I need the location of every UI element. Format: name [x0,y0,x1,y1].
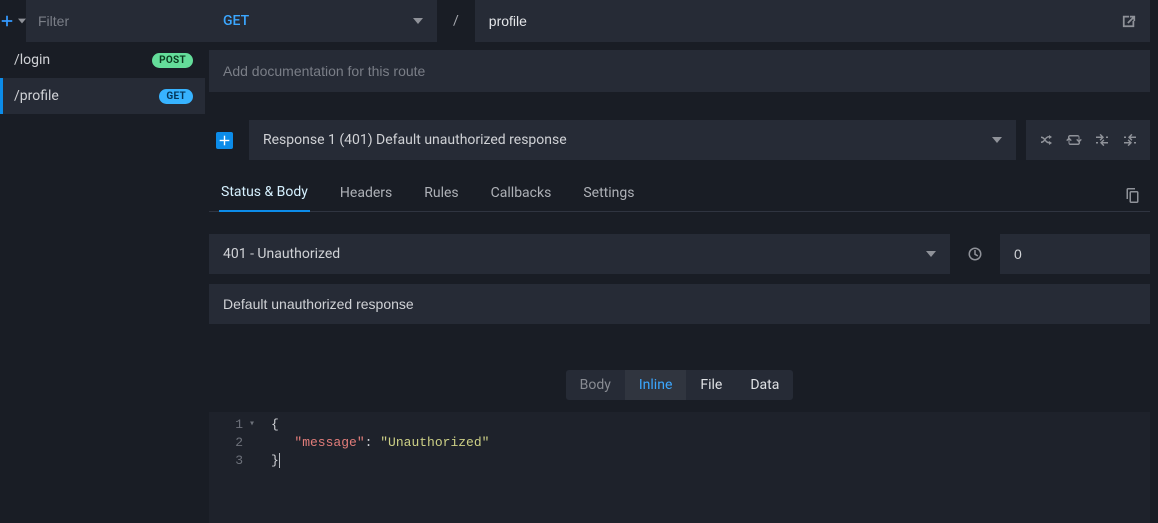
tab-headers[interactable]: Headers [338,175,394,211]
chevron-down-icon [926,251,936,257]
method-label: GET [223,13,249,29]
tab-rules[interactable]: Rules [422,175,460,211]
open-external-icon[interactable] [1122,14,1136,28]
sidebar-top [0,0,205,42]
route-path: /login [14,52,50,68]
shuffle-icon[interactable] [1032,120,1060,160]
method-badge-get: GET [159,89,193,104]
path-input[interactable] [489,13,1122,29]
editor-code[interactable]: { "message": "Unauthorized" } [253,412,489,523]
body-mode-toggle: Body Inline File Data [566,370,794,400]
add-route-button[interactable] [0,0,26,42]
route-definition-row: GET / [209,0,1150,42]
status-code-select[interactable]: 401 - Unauthorized [209,234,950,274]
response-description-input[interactable] [209,284,1150,324]
path-separator: / [445,0,467,42]
route-item-login[interactable]: /login POST [0,42,205,78]
chevron-down-icon [18,17,26,25]
body-mode-label: Body [566,370,625,400]
main-panel: GET / Response 1 (401) Default unauthori… [205,0,1158,523]
route-path: /profile [14,88,59,104]
chevron-down-icon [413,18,423,24]
sidebar: /login POST /profile GET [0,0,205,523]
line-number: 3 [209,452,243,470]
chevron-down-icon [992,137,1002,143]
body-mode-file[interactable]: File [686,370,736,400]
plus-icon [0,14,14,28]
add-response-button[interactable] [209,120,239,160]
collapse-right-icon[interactable] [1088,120,1116,160]
body-mode-row: Body Inline File Data [209,370,1150,400]
route-item-profile[interactable]: /profile GET [0,78,205,114]
plus-icon [219,135,230,146]
body-mode-inline[interactable]: Inline [625,370,687,400]
line-number: 1 [209,416,243,434]
tab-status-body[interactable]: Status & Body [219,174,310,212]
documentation-input[interactable] [209,50,1150,92]
method-badge-post: POST [152,53,193,68]
response-tabs: Status & Body Headers Rules Callbacks Se… [209,174,1150,212]
body-mode-data[interactable]: Data [736,370,793,400]
response-row: Response 1 (401) Default unauthorized re… [209,120,1150,160]
status-row: 401 - Unauthorized [209,234,1150,274]
response-select[interactable]: Response 1 (401) Default unauthorized re… [249,120,1016,160]
copy-icon[interactable] [1124,187,1140,211]
tab-settings[interactable]: Settings [581,175,636,211]
clock-icon [960,234,990,274]
path-input-wrap [475,0,1150,42]
status-code-label: 401 - Unauthorized [223,246,340,262]
repeat-icon[interactable] [1060,120,1088,160]
filter-input[interactable] [26,0,231,42]
body-editor[interactable]: 1 2 3 { "message": "Unauthorized" } [209,412,1150,523]
collapse-left-icon[interactable] [1116,120,1144,160]
response-mode-icons [1026,120,1150,160]
line-number: 2 [209,434,243,452]
response-label: Response 1 (401) Default unauthorized re… [263,132,567,148]
editor-gutter: 1 2 3 [209,412,253,523]
method-select[interactable]: GET [209,0,437,42]
delay-input[interactable] [1000,234,1150,274]
tab-callbacks[interactable]: Callbacks [489,175,554,211]
